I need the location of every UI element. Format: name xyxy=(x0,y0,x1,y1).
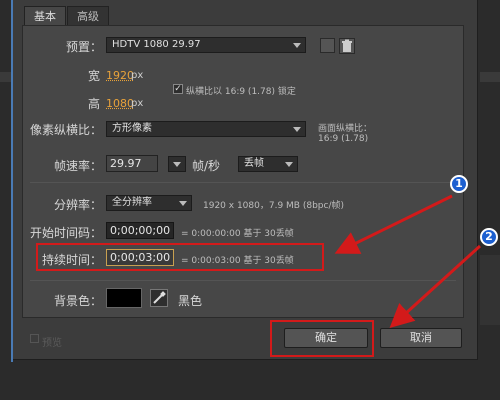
annotation-arrows xyxy=(334,194,482,329)
arrow-to-duration xyxy=(334,194,453,254)
step-badge-2: 2 xyxy=(480,228,498,246)
arrow-to-ok xyxy=(389,244,482,329)
step-badge-1: 1 xyxy=(450,175,468,193)
